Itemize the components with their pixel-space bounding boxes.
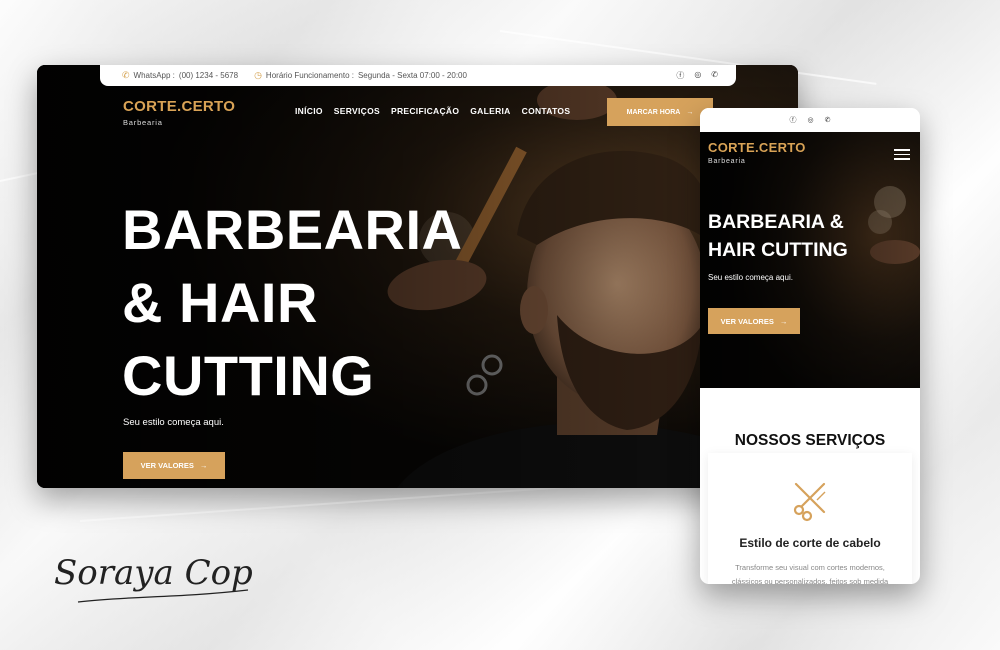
- brand-tagline: Barbearia: [123, 118, 163, 127]
- instagram-icon[interactable]: ◎: [808, 116, 814, 124]
- nav-item-contatos[interactable]: CONTATOS: [522, 106, 571, 116]
- hero-title-line: & HAIR: [122, 271, 318, 334]
- book-appointment-button[interactable]: MARCAR HORA →: [607, 98, 713, 126]
- nav-item-servicos[interactable]: SERVIÇOS: [334, 106, 380, 116]
- main-nav: INÍCIO SERVIÇOS PRECIFICAÇÃO GALERIA CON…: [295, 106, 570, 116]
- facebook-icon[interactable]: ⓕ: [676, 70, 684, 81]
- hero-title: BARBEARIA & HAIR CUTTING: [122, 193, 463, 412]
- hero-title-line: BARBEARIA: [122, 198, 463, 261]
- nav-item-inicio[interactable]: INÍCIO: [295, 106, 323, 116]
- nav-item-galeria[interactable]: GALERIA: [470, 106, 510, 116]
- whatsapp-icon[interactable]: ✆: [711, 70, 718, 81]
- whatsapp-label: WhatsApp :: [133, 71, 175, 80]
- brand-logo[interactable]: CORTE.CERTO Barbearia: [123, 98, 235, 127]
- hero-subtitle: Seu estilo começa aqui.: [123, 417, 224, 428]
- mobile-view-prices-button[interactable]: VER VALORES →: [708, 308, 800, 334]
- brand-name: CORTE.CERTO: [708, 140, 806, 155]
- services-heading: NOSSOS SERVIÇOS: [734, 432, 886, 449]
- view-prices-label: VER VALORES: [140, 461, 194, 470]
- hero-title-line: HAIR CUTTING: [708, 239, 848, 261]
- book-appointment-label: MARCAR HORA: [626, 108, 681, 116]
- arrow-right-icon: →: [779, 316, 788, 326]
- brand-tagline: Barbearia: [708, 158, 746, 165]
- facebook-icon[interactable]: ⓕ: [790, 115, 797, 125]
- arrow-right-icon: →: [199, 461, 208, 470]
- desktop-mockup: ✆ WhatsApp : (00) 1234 - 5678 ◷ Horário …: [37, 65, 798, 488]
- nav-item-precificacao[interactable]: PRECIFICAÇÃO: [391, 106, 459, 116]
- phone-icon: ✆: [122, 70, 130, 80]
- clock-icon: ◷: [254, 70, 262, 80]
- service-card-text-line: clássicos ou personalizados, feitos sob …: [731, 577, 889, 584]
- view-prices-label: VER VALORES: [720, 316, 774, 326]
- whatsapp-contact[interactable]: ✆ WhatsApp : (00) 1234 - 5678: [122, 70, 238, 81]
- mobile-hero: CORTE.CERTO Barbearia BARBEARIA & HAIR C…: [700, 132, 920, 388]
- mobile-hero-title: BARBEARIA & HAIR CUTTING: [708, 208, 848, 264]
- view-prices-button[interactable]: VER VALORES →: [123, 452, 225, 479]
- signature-text: Soraya Cop: [54, 553, 253, 593]
- hero-title-line: CUTTING: [122, 344, 375, 407]
- hamburger-menu-icon[interactable]: [894, 149, 910, 163]
- mobile-social-bar: ⓕ ◎ ✆: [700, 108, 920, 132]
- business-hours: ◷ Horário Funcionamento : Segunda - Sext…: [254, 70, 467, 81]
- hero-title-line: BARBEARIA &: [708, 211, 844, 233]
- service-card-title: Estilo de corte de cabelo: [739, 536, 881, 550]
- service-card-text: Transforme seu visual com cortes moderno…: [718, 561, 902, 584]
- hours-value: Segunda - Sexta 07:00 - 20:00: [357, 71, 467, 80]
- service-card[interactable]: Estilo de corte de cabelo Transforme seu…: [708, 453, 912, 584]
- mobile-mockup: ⓕ ◎ ✆ CORTE.CERTO Barbearia BARBEARIA & …: [700, 108, 920, 584]
- instagram-icon[interactable]: ◎: [694, 70, 701, 81]
- whatsapp-number: (00) 1234 - 5678: [178, 71, 239, 80]
- social-links: ⓕ ◎ ✆: [676, 70, 718, 81]
- hours-label: Horário Funcionamento :: [265, 71, 354, 80]
- arrow-right-icon: →: [686, 108, 694, 116]
- brand-name: CORTE.CERTO: [123, 98, 236, 115]
- author-signature: Soraya Cop: [54, 553, 253, 603]
- mobile-brand-logo[interactable]: CORTE.CERTO Barbearia: [708, 140, 806, 165]
- whatsapp-icon[interactable]: ✆: [825, 116, 831, 124]
- scissors-comb-icon: [793, 482, 826, 522]
- mobile-hero-subtitle: Seu estilo começa aqui.: [708, 273, 793, 282]
- top-info-bar: ✆ WhatsApp : (00) 1234 - 5678 ◷ Horário …: [100, 65, 736, 86]
- service-card-text-line: Transforme seu visual com cortes moderno…: [735, 563, 885, 572]
